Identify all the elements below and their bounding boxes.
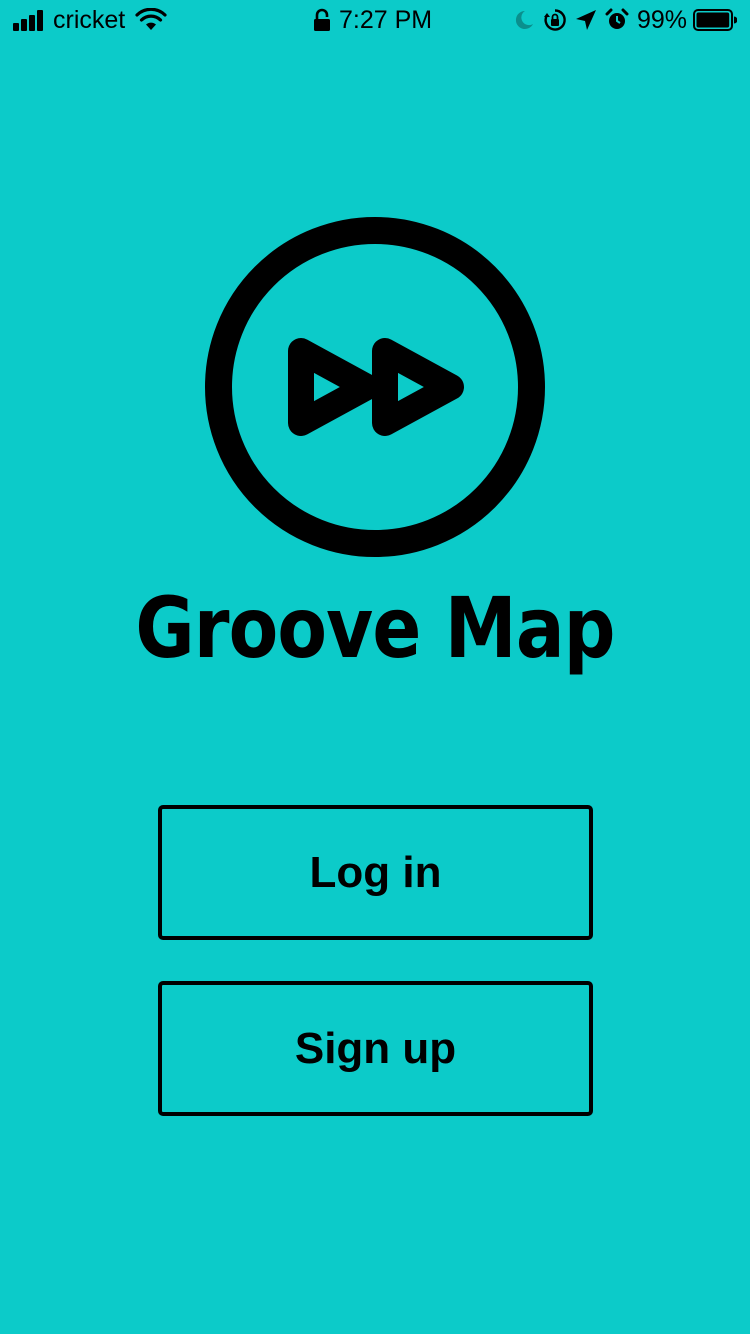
status-right: 99% (513, 6, 737, 34)
signal-icon (13, 9, 45, 31)
carrier-name: cricket (53, 6, 126, 34)
double-play-circle-icon (205, 217, 545, 557)
status-time: 7:27 PM (339, 6, 433, 34)
status-bar: cricket 7:27 PM 99% (0, 0, 750, 40)
lock-icon (314, 8, 330, 31)
status-left: cricket (13, 6, 167, 34)
location-arrow-icon (575, 10, 596, 30)
login-button[interactable]: Log in (158, 805, 593, 940)
battery-percentage: 99% (636, 6, 687, 34)
orientation-lock-icon (543, 9, 566, 31)
battery-icon (693, 9, 737, 31)
moon-icon (515, 10, 533, 29)
wifi-icon (135, 8, 167, 30)
status-center: 7:27 PM (313, 6, 432, 34)
signup-button[interactable]: Sign up (158, 981, 593, 1116)
alarm-icon (605, 8, 629, 29)
app-title: Groove Map (135, 579, 615, 677)
